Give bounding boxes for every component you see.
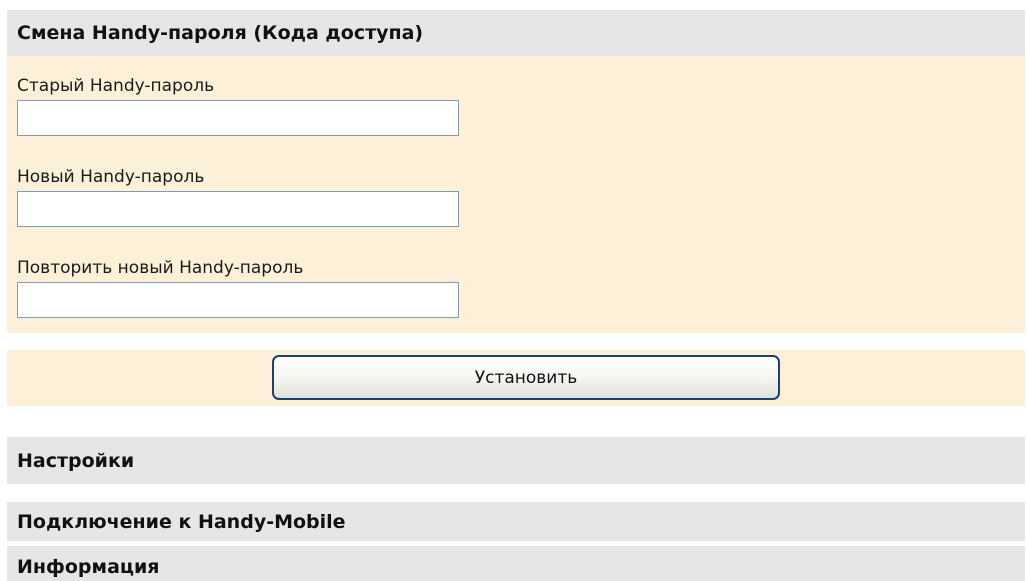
page: Смена Handy-пароля (Кода доступа) Старый… [0, 0, 1027, 581]
settings-section-header[interactable]: Настройки [7, 437, 1025, 484]
password-change-title: Смена Handy-пароля (Кода доступа) [17, 22, 424, 44]
connection-section-header[interactable]: Подключение к Handy-Mobile [7, 502, 1025, 541]
information-section-title: Информация [17, 556, 160, 578]
password-change-header[interactable]: Смена Handy-пароля (Кода доступа) [7, 10, 1025, 56]
settings-section-title: Настройки [17, 449, 135, 472]
repeat-password-label: Повторить новый Handy-пароль [17, 258, 304, 278]
submit-panel: Установить [7, 350, 1025, 406]
old-password-input[interactable] [17, 100, 459, 136]
new-password-input[interactable] [17, 191, 459, 227]
password-change-form: Старый Handy-пароль Новый Handy-пароль П… [7, 56, 1025, 333]
information-section-header[interactable]: Информация [7, 546, 1025, 581]
set-password-button[interactable]: Установить [272, 355, 780, 400]
old-password-label: Старый Handy-пароль [17, 76, 215, 96]
repeat-password-input[interactable] [17, 282, 459, 318]
connection-section-title: Подключение к Handy-Mobile [17, 510, 346, 533]
new-password-label: Новый Handy-пароль [17, 167, 205, 187]
